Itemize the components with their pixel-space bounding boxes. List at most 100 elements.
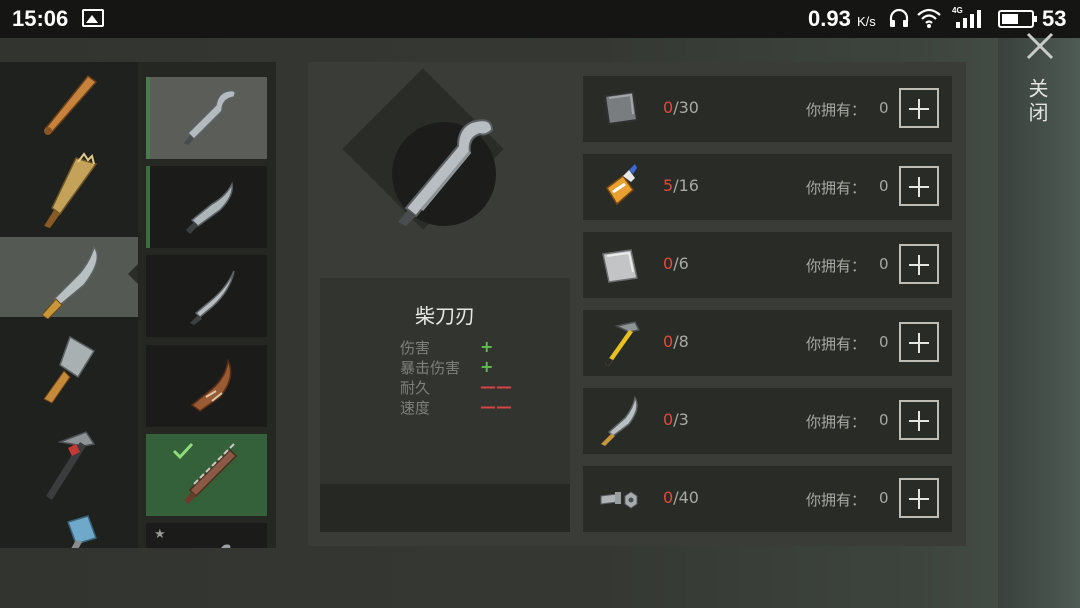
add-button[interactable]: [899, 478, 939, 518]
hammer-icon: [46, 431, 96, 500]
variant-item-starred[interactable]: ★: [146, 523, 267, 548]
requirement-need: /3: [673, 410, 689, 429]
variant-item-hook[interactable]: [146, 77, 267, 159]
stat-value: ——: [480, 377, 512, 396]
requirement-row-machete: 0/3 你拥有： 0: [583, 388, 952, 454]
requirement-need: /8: [673, 332, 689, 351]
owned-count: 0: [879, 333, 889, 351]
requirement-have: 0: [663, 488, 674, 507]
category-item-cleaver[interactable]: [0, 325, 138, 405]
requirement-have: 0: [663, 410, 674, 429]
stat-label: 速度: [400, 399, 431, 417]
steel-sheet-icon: [602, 249, 638, 283]
weapon-category-list: [0, 62, 138, 548]
item-name: 柴刀刃: [415, 304, 475, 328]
owned-count: 0: [879, 489, 889, 507]
requirement-count: 0/8: [663, 332, 689, 351]
owned-count: 0: [879, 411, 889, 429]
wrapped-blade-icon: [190, 358, 232, 412]
machete-icon: [601, 396, 638, 446]
glue-bottle-icon: [605, 164, 637, 206]
wifi-icon: [917, 8, 941, 28]
image-notification-icon: [82, 9, 104, 27]
kukri-blade-icon: [186, 181, 233, 234]
network-speed-unit: K/s: [856, 14, 876, 29]
variant-item-kukri[interactable]: [146, 166, 267, 248]
check-icon: [172, 442, 194, 460]
requirement-have: 0: [663, 98, 674, 117]
stat-row: 耐久 ——: [400, 377, 540, 397]
requirement-row-metal-plate: 0/30 你拥有： 0: [583, 76, 952, 142]
requirement-need: /6: [673, 254, 689, 273]
requirement-row-nuts-bolts: 0/40 你拥有： 0: [583, 466, 952, 532]
item-info-footer: [320, 484, 570, 532]
network-speed: 0.93 K/s: [808, 6, 876, 32]
status-bar: 15:06 0.93 K/s 4G 53: [0, 0, 1080, 38]
plank-club-icon: [44, 152, 98, 228]
stat-label: 伤害: [400, 339, 431, 357]
requirement-have: 0: [663, 332, 674, 351]
metal-plate-icon: [603, 90, 639, 126]
stat-value: ——: [480, 397, 512, 416]
stat-label: 耐久: [400, 379, 431, 397]
owned-label: 你拥有：: [806, 101, 867, 119]
requirement-row-glue: 5/16 你拥有： 0: [583, 154, 952, 220]
owned-count: 0: [879, 255, 889, 273]
category-item-hammer[interactable]: [0, 416, 138, 500]
add-button[interactable]: [899, 322, 939, 362]
owned-label: 你拥有：: [806, 257, 867, 275]
requirement-count: 0/40: [663, 488, 699, 507]
add-button[interactable]: [899, 166, 939, 206]
close-button[interactable]: 关闭: [1025, 78, 1052, 126]
category-item-bat[interactable]: [0, 62, 138, 142]
battery-level: 53: [1042, 6, 1067, 31]
requirement-row-hammer: 0/8 你拥有： 0: [583, 310, 952, 376]
requirement-count: 5/16: [663, 176, 699, 195]
requirement-need: /30: [673, 98, 699, 117]
headphones-icon: [889, 8, 909, 27]
curved-blade-icon: [190, 270, 235, 325]
requirement-have: 0: [663, 254, 674, 273]
stat-value: +: [480, 337, 494, 356]
category-item-sledgehammer[interactable]: [0, 502, 138, 548]
sledgehammer-icon: [67, 515, 97, 548]
battery-icon: [998, 10, 1037, 28]
baseball-bat-icon: [44, 74, 98, 135]
add-button[interactable]: [899, 88, 939, 128]
requirement-count: 0/6: [663, 254, 689, 273]
cleaver-icon: [43, 335, 96, 404]
variant-item-curved[interactable]: [146, 255, 267, 337]
stat-value: +: [480, 357, 494, 376]
star-icon: ★: [154, 527, 166, 542]
owned-count: 0: [879, 177, 889, 195]
add-button[interactable]: [899, 400, 939, 440]
hook-blade-icon: [398, 119, 494, 226]
variant-item-wrapped[interactable]: [146, 345, 267, 427]
category-item-machete[interactable]: [0, 237, 138, 319]
stat-label: 暴击伤害: [400, 359, 461, 377]
network-speed-value: 0.93: [808, 6, 851, 31]
requirement-need: /16: [673, 176, 699, 195]
owned-label: 你拥有：: [806, 491, 867, 509]
machete-icon: [41, 245, 99, 319]
close-icon[interactable]: [1024, 30, 1056, 62]
requirement-count: 0/3: [663, 410, 689, 429]
starred-blade-icon: [221, 544, 231, 548]
nuts-bolts-icon: [600, 491, 638, 509]
stat-row: 伤害 +: [400, 337, 540, 357]
hook-blade-icon: [184, 89, 236, 145]
requirement-have: 5: [663, 176, 674, 195]
stat-row: 暴击伤害 +: [400, 357, 540, 377]
owned-label: 你拥有：: [806, 413, 867, 431]
status-time: 15:06: [12, 6, 69, 31]
owned-count: 0: [879, 99, 889, 117]
signal-bars-icon: [956, 10, 981, 28]
requirement-need: /40: [673, 488, 699, 507]
requirement-count: 0/30: [663, 98, 699, 117]
hammer-icon: [605, 321, 641, 366]
variant-item-saw[interactable]: [146, 434, 267, 516]
owned-label: 你拥有：: [806, 335, 867, 353]
category-item-plank[interactable]: [0, 144, 138, 228]
variant-list: ★: [138, 62, 276, 548]
add-button[interactable]: [899, 244, 939, 284]
